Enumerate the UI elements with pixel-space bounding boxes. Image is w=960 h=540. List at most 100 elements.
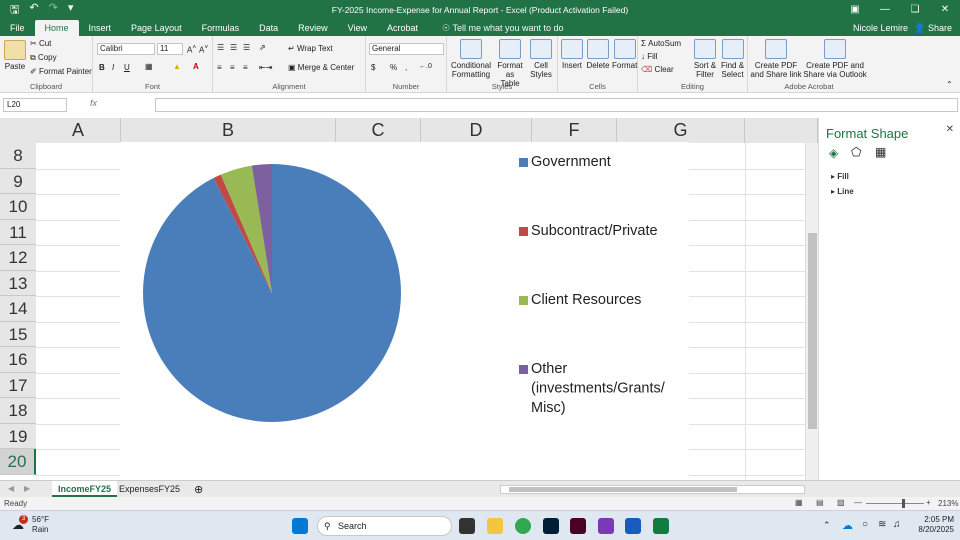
customize-qat-icon[interactable]: ▾ — [68, 1, 74, 20]
cut-button[interactable]: ✂ Cut — [30, 39, 51, 48]
network-icon[interactable]: ○ — [862, 519, 868, 530]
normal-view-icon[interactable]: ▦ — [795, 498, 803, 507]
copy-button[interactable]: ⧉ Copy — [30, 53, 57, 63]
weather-desc[interactable]: Rain — [32, 525, 48, 534]
align-middle-icon[interactable]: ☰ — [230, 43, 237, 52]
share-button[interactable]: 👤 Share — [914, 20, 952, 36]
formula-input[interactable] — [155, 98, 958, 112]
row-header-13[interactable]: 13 — [0, 270, 36, 296]
font-color-icon[interactable]: A — [193, 62, 199, 71]
sort-filter-button[interactable]: Sort & Filter — [692, 39, 718, 79]
column-header-f[interactable]: F — [532, 118, 617, 143]
zoom-out-icon[interactable]: — — [854, 498, 862, 507]
clear-button[interactable]: ⌫ Clear — [641, 65, 674, 74]
vertical-scrollbar[interactable] — [805, 143, 818, 481]
comma-button[interactable]: , — [405, 63, 407, 72]
maximize-button[interactable]: ❏ — [900, 0, 930, 20]
column-header-g[interactable]: G — [617, 118, 745, 143]
redo-icon[interactable]: ↷ — [49, 1, 58, 20]
tray-overflow-icon[interactable]: ⌃ — [823, 520, 831, 531]
minimize-button[interactable]: — — [870, 0, 900, 20]
zoom-level[interactable]: 213% — [938, 499, 958, 508]
column-header-b[interactable]: B — [121, 118, 336, 143]
orientation-icon[interactable]: ⇗ — [259, 43, 266, 52]
increase-font-icon[interactable]: A˄ — [187, 44, 196, 55]
wrap-text-button[interactable]: ↵ Wrap Text — [288, 44, 333, 53]
align-top-icon[interactable]: ☰ — [217, 43, 224, 52]
tab-review[interactable]: Review — [288, 20, 338, 36]
cell-styles-button[interactable]: Cell Styles — [527, 39, 555, 79]
word-icon[interactable] — [625, 518, 641, 534]
tab-view[interactable]: View — [338, 20, 377, 36]
underline-icon[interactable]: U — [124, 63, 130, 72]
conditional-formatting-button[interactable]: Conditional Formatting — [449, 39, 493, 79]
row-header-20[interactable]: 20 — [0, 449, 36, 475]
paste-button[interactable]: Paste — [3, 40, 27, 71]
delete-cells-button[interactable]: Delete — [585, 39, 611, 70]
pie-chart[interactable]: Government Subcontract/Private Client Reso… — [120, 142, 689, 480]
tab-page-layout[interactable]: Page Layout — [121, 20, 192, 36]
sheet-tab-incomefy25[interactable]: IncomeFY25 — [52, 481, 118, 497]
close-button[interactable]: ✕ — [930, 0, 960, 20]
bold-icon[interactable]: B — [99, 63, 105, 72]
prev-sheet-icon[interactable]: ◀ — [8, 484, 14, 493]
format-painter-button[interactable]: ✐ Format Painter — [30, 67, 92, 76]
effects-pentagon-icon[interactable]: ⬠ — [851, 145, 861, 159]
format-cells-button[interactable]: Format — [612, 39, 637, 70]
row-header-12[interactable]: 12 — [0, 245, 36, 271]
tab-home[interactable]: Home — [34, 20, 79, 36]
tab-data[interactable]: Data — [249, 20, 288, 36]
format-as-table-button[interactable]: Format as Table — [494, 39, 526, 88]
clock-time[interactable]: 2:05 PM — [914, 515, 954, 524]
tab-file[interactable]: File — [0, 20, 35, 36]
create-pdf-share-link-button[interactable]: Create PDF and Share link — [750, 39, 802, 79]
sheet-tab-expensesfy25[interactable]: ExpensesFY25 — [113, 481, 186, 497]
fill-color-icon[interactable]: ▲ — [173, 62, 181, 71]
autosum-button[interactable]: Σ AutoSum — [641, 39, 681, 48]
page-break-view-icon[interactable]: ▧ — [837, 498, 845, 507]
decimal-icon[interactable]: ←.0 — [419, 63, 432, 70]
fill-line-icon[interactable]: ◈ — [829, 146, 838, 160]
row-header-14[interactable]: 14 — [0, 296, 36, 322]
teams-icon[interactable] — [598, 518, 614, 534]
row-header-19[interactable]: 19 — [0, 423, 36, 449]
excel-icon[interactable] — [653, 518, 669, 534]
row-header-8[interactable]: 8 — [0, 143, 36, 169]
insert-cells-button[interactable]: Insert — [560, 39, 584, 70]
borders-icon[interactable]: ▦ — [145, 62, 153, 71]
worksheet-grid[interactable]: A B C D F G 8 9 10 11 12 13 14 15 16 17 … — [0, 118, 818, 480]
volume-icon[interactable]: ♫ — [893, 519, 901, 530]
number-format-select[interactable]: General — [369, 43, 444, 55]
taskbar-search[interactable]: ⚲ Search — [317, 516, 452, 536]
weather-temp[interactable]: 56°F — [32, 515, 49, 524]
vertical-scroll-thumb[interactable] — [808, 233, 817, 429]
percent-button[interactable]: % — [390, 63, 397, 72]
row-header-15[interactable]: 15 — [0, 321, 36, 347]
collapse-ribbon-icon[interactable]: ⌃ — [946, 80, 953, 89]
start-windows-icon[interactable] — [292, 518, 308, 534]
align-bottom-icon[interactable]: ☰ — [243, 43, 250, 52]
page-layout-view-icon[interactable]: ▤ — [816, 498, 824, 507]
save-icon[interactable]: 🖫 — [10, 1, 19, 20]
zoom-in-icon[interactable]: + — [926, 498, 931, 507]
horizontal-scrollbar[interactable] — [500, 485, 805, 494]
ribbon-display-icon[interactable]: ▣ — [840, 0, 870, 20]
file-explorer-icon[interactable] — [487, 518, 503, 534]
row-header-9[interactable]: 9 — [0, 168, 36, 194]
line-section[interactable]: ▸ Line — [831, 187, 854, 196]
row-header-11[interactable]: 11 — [0, 219, 36, 245]
next-sheet-icon[interactable]: ▶ — [24, 484, 30, 493]
column-header-c[interactable]: C — [336, 118, 421, 143]
merge-center-button[interactable]: ▣ Merge & Center — [288, 63, 354, 72]
select-all-corner[interactable] — [0, 118, 36, 143]
font-name-select[interactable]: Calibri — [97, 43, 155, 55]
currency-button[interactable]: $ — [371, 63, 375, 72]
italic-icon[interactable]: I — [112, 63, 114, 72]
add-sheet-icon[interactable]: ⊕ — [194, 483, 203, 496]
column-header-a[interactable]: A — [36, 118, 121, 143]
size-properties-icon[interactable]: ▦ — [875, 145, 886, 159]
row-header-17[interactable]: 17 — [0, 372, 36, 398]
column-header-h[interactable] — [745, 118, 818, 143]
row-header-16[interactable]: 16 — [0, 347, 36, 373]
font-size-select[interactable]: 11 — [157, 43, 183, 55]
